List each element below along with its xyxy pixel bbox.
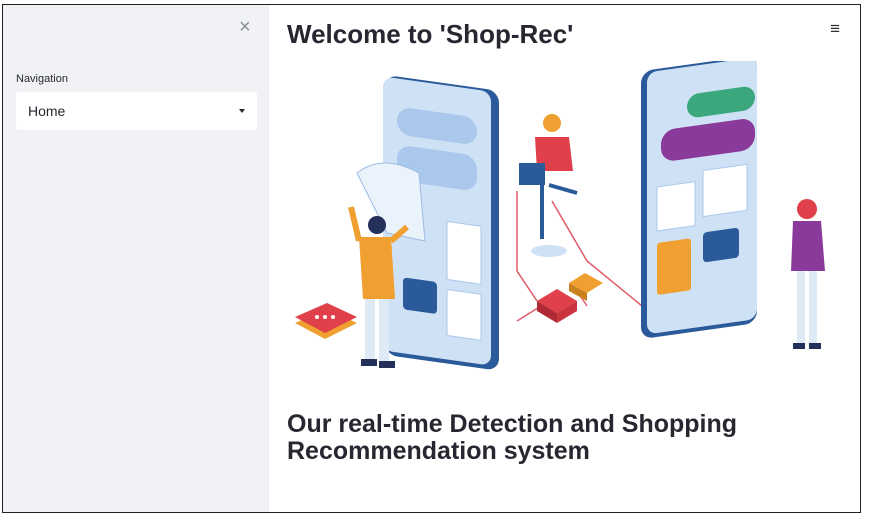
hamburger-menu-icon[interactable]: ≡ <box>830 20 840 37</box>
hero-illustration <box>295 61 825 370</box>
chevron-down-icon <box>239 109 245 113</box>
app-window: × Navigation Home Welcome to 'Shop-Rec' … <box>2 4 861 513</box>
woman-figure <box>791 199 825 349</box>
network-boxes <box>537 273 603 323</box>
navigation-select[interactable]: Home <box>16 92 257 130</box>
navigation-select-value: Home <box>28 103 66 119</box>
section-heading: Our real-time Detection and Shopping Rec… <box>287 410 738 465</box>
woman-with-laptop <box>519 114 578 257</box>
page-title: Welcome to 'Shop-Rec' <box>287 19 574 49</box>
close-sidebar-icon[interactable]: × <box>239 17 251 37</box>
stacked-cards <box>295 303 357 339</box>
navigation-label: Navigation <box>16 73 68 85</box>
connector-wires <box>516 191 643 322</box>
main-content: Welcome to 'Shop-Rec' ≡ Our real-time De… <box>269 5 860 512</box>
sidebar: × Navigation Home <box>3 5 269 512</box>
page-curl <box>356 162 426 242</box>
right-phone <box>641 61 757 338</box>
